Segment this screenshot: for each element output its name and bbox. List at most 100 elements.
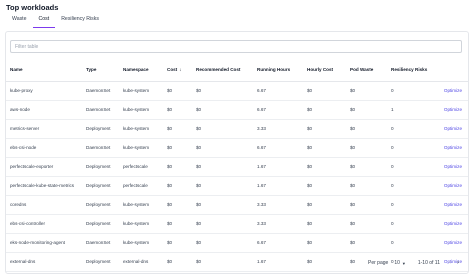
optimize-link[interactable]: Optimize [433, 138, 468, 157]
cell-pod-waste: $0 [350, 145, 356, 150]
cell-name: kube-proxy [10, 88, 33, 93]
cell-resiliency-risks: 0 [391, 145, 394, 150]
cell-namespace: kube-system [123, 145, 150, 150]
cell-pod-waste: $0 [350, 183, 356, 188]
optimize-link[interactable]: Optimize [433, 233, 468, 252]
optimize-link[interactable]: Optimize [433, 214, 468, 233]
filter-input[interactable] [10, 40, 462, 53]
column-header-namespace[interactable]: Namespace [119, 58, 163, 81]
cell-name: external-dns [10, 259, 36, 264]
cell-resiliency-risks: 0 [391, 202, 394, 207]
optimize-link[interactable]: Optimize [433, 119, 468, 138]
cell-resiliency-risks: 0 [391, 126, 394, 131]
cell-running-hours: 1.67 [257, 259, 266, 264]
optimize-link[interactable]: Optimize [433, 195, 468, 214]
column-header-cost[interactable]: Cost ↓ [163, 58, 192, 81]
cell-hourly-cost: $0 [307, 183, 313, 188]
cell-cost: $0 [167, 164, 173, 169]
cell-name: eks-node-monitoring-agent [10, 240, 65, 245]
table-row: coredns Deployment kube-system $0 $0 3.33 $0 $0… [6, 195, 468, 214]
cell-hourly-cost: $0 [307, 126, 313, 131]
optimize-link[interactable]: Optimize [433, 157, 468, 176]
column-header-hourly-cost[interactable]: Hourly Cost [303, 58, 346, 81]
workloads-table: Name Type Namespace Cost ↓ Recommended Co… [6, 58, 468, 272]
pagination: Per page 10 ▼ 1-10 of 11 ‹ › [368, 257, 462, 269]
cell-type: DaemonSet [86, 145, 111, 150]
cell-running-hours: 3.33 [257, 202, 266, 207]
cell-resiliency-risks: 0 [391, 164, 394, 169]
cell-type: Deployment [86, 164, 111, 169]
tab-waste[interactable]: Waste [6, 14, 33, 28]
column-header-action [433, 58, 468, 81]
column-header-name[interactable]: Name [6, 58, 82, 81]
cell-cost: $0 [167, 183, 173, 188]
cell-pod-waste: $0 [350, 240, 356, 245]
table-row: ebs-csi-controller Deployment kube-system $… [6, 214, 468, 233]
cell-recommended-cost: $0 [196, 202, 202, 207]
cell-type: Deployment [86, 126, 111, 131]
tab-cost[interactable]: Cost [32, 14, 56, 28]
chevron-right-icon[interactable]: › [454, 260, 462, 266]
cell-type: DaemonSet [86, 240, 111, 245]
cell-name: ebs-csi-controller [10, 221, 45, 226]
cell-recommended-cost: $0 [196, 259, 202, 264]
cell-resiliency-risks: 0 [391, 183, 394, 188]
cell-cost: $0 [167, 259, 173, 264]
cell-hourly-cost: $0 [307, 202, 313, 207]
cell-running-hours: 6.67 [257, 145, 266, 150]
cell-type: Deployment [86, 202, 111, 207]
cell-namespace: external-dns [123, 259, 149, 264]
tab-resiliency-risks[interactable]: Resiliency Risks [55, 14, 105, 28]
optimize-link[interactable]: Optimize [433, 100, 468, 119]
cell-resiliency-risks: 0 [391, 88, 394, 93]
cell-hourly-cost: $0 [307, 88, 313, 93]
column-header-recommended-cost[interactable]: Recommended Cost [192, 58, 253, 81]
cell-recommended-cost: $0 [196, 145, 202, 150]
cell-name: perfectscale-kube-state-metrics [10, 183, 75, 188]
cell-cost: $0 [167, 107, 173, 112]
cell-recommended-cost: $0 [196, 164, 202, 169]
cell-resiliency-risks: 1 [391, 107, 394, 112]
cell-name: metrics-server [10, 126, 40, 131]
workloads-card: Name Type Namespace Cost↓ Recommended Co… [5, 31, 469, 274]
table-row: ebs-csi-node DaemonSet kube-system $0 $0 6.67… [6, 138, 468, 157]
table-row: perfectscale-kube-state-metrics Deploymen… [6, 176, 468, 195]
cell-namespace: kube-system [123, 202, 150, 207]
cell-namespace: perfectscale [123, 164, 148, 169]
cell-running-hours: 1.67 [257, 164, 266, 169]
arrow-down-icon[interactable]: ↓ [179, 67, 181, 72]
cell-type: Deployment [86, 221, 111, 226]
cell-namespace: kube-system [123, 107, 150, 112]
cell-namespace: kube-system [123, 88, 150, 93]
column-header-resiliency-risks[interactable]: Resiliency Risks [387, 58, 433, 81]
cell-cost: $0 [167, 145, 173, 150]
cell-pod-waste: $0 [350, 221, 356, 226]
optimize-link[interactable]: Optimize [433, 176, 468, 195]
cell-name: perfectscale-exporter [10, 164, 54, 169]
optimize-link[interactable]: Optimize [433, 81, 468, 100]
cell-running-hours: 6.67 [257, 240, 266, 245]
cell-running-hours: 3.33 [257, 221, 266, 226]
cell-name: ebs-csi-node [10, 145, 37, 150]
tab-bar: Waste Cost Resiliency Risks [6, 14, 105, 28]
per-page-label: Per page [368, 260, 389, 266]
column-header-type[interactable]: Type [82, 58, 119, 81]
cell-recommended-cost: $0 [196, 126, 202, 131]
cell-recommended-cost: $0 [196, 107, 202, 112]
chevron-down-icon: ▼ [401, 260, 406, 266]
cell-recommended-cost: $0 [196, 183, 202, 188]
column-header-running-hours[interactable]: Running Hours [253, 58, 303, 81]
per-page-select[interactable]: 10 ▼ [394, 260, 406, 266]
table-row: aws-node DaemonSet kube-system $0 $0 6.67 $0 $0… [6, 100, 468, 119]
page-title: Top workloads [6, 3, 59, 12]
cell-pod-waste: $0 [350, 126, 356, 131]
cell-running-hours: 6.67 [257, 88, 266, 93]
cell-type: DaemonSet [86, 88, 111, 93]
chevron-left-icon[interactable]: ‹ [446, 260, 454, 266]
cell-namespace: perfectscale [123, 183, 148, 188]
column-header-pod-waste[interactable]: Pod Waste [346, 58, 387, 81]
per-page-value: 10 [394, 260, 400, 266]
table-row: metrics-server Deployment kube-system $0 $0 3… [6, 119, 468, 138]
cell-type: Deployment [86, 183, 111, 188]
column-header-cost-label: Cost [167, 66, 178, 72]
